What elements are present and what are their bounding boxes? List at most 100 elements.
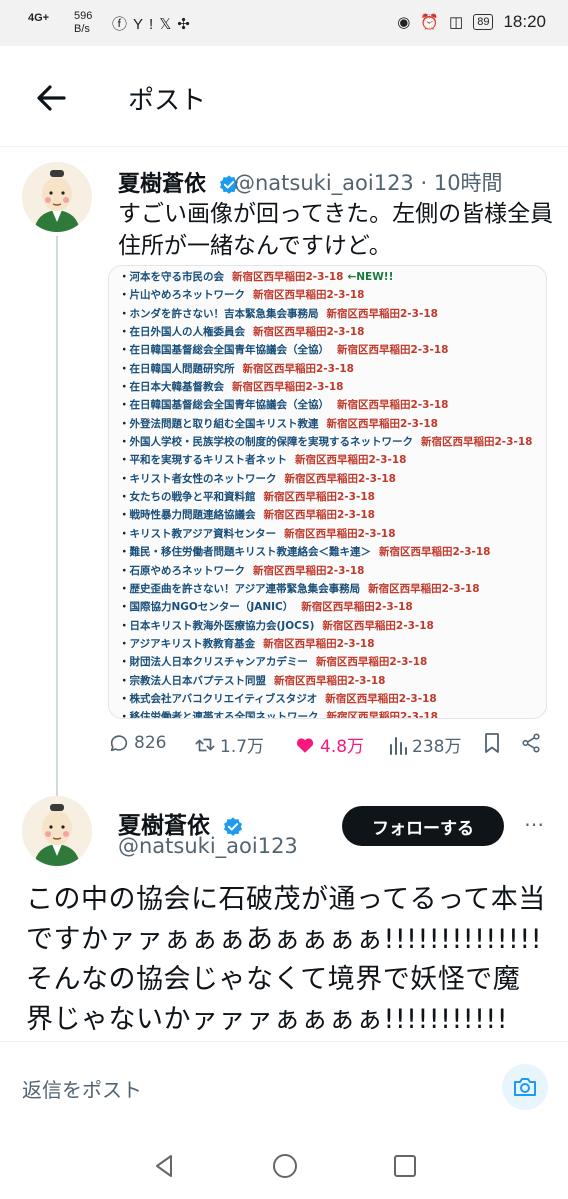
battery-indicator: 89 xyxy=(473,14,494,30)
address: 新宿区西早稲田2-3-18 xyxy=(326,417,438,430)
bullet: ・ xyxy=(119,711,130,719)
camera-button[interactable] xyxy=(502,1064,548,1110)
samurai-avatar-icon xyxy=(22,162,92,232)
views-button[interactable]: 238万 xyxy=(388,732,461,757)
back-button[interactable] xyxy=(32,78,72,118)
post-image[interactable]: ・河本を守る市民の会 新宿区西早稲田2-3-18 ←NEW!! ・片山やめろネットワー… xyxy=(108,265,547,719)
bullet: ・ xyxy=(119,362,130,375)
organization-name: 財団法人日本クリスチャンアカデミー xyxy=(129,656,308,669)
bullet: ・ xyxy=(119,344,130,357)
camera-icon xyxy=(514,1078,536,1096)
address: 新宿区西早稲田2-3-18 xyxy=(379,546,491,559)
author-handle[interactable]: @natsuki_aoi123 xyxy=(234,171,414,195)
organization-name: 国際協力NGOセンター（JANIC） xyxy=(129,601,294,614)
organization-name: 外登法問題と取り組む全国キリスト教連 xyxy=(129,417,319,430)
organization-name: 平和を実現するキリスト者ネット xyxy=(129,454,288,467)
address: 新宿区西早稲田2-3-18 xyxy=(263,637,375,650)
author-name-text: 夏樹蒼依 xyxy=(118,172,207,197)
address-row: ・株式会社アバコクリエイティブスタジオ 新宿区西早稲田2-3-18 xyxy=(119,690,540,708)
share-icon xyxy=(522,733,540,753)
address-row: ・キリスト教アジア資料センター 新宿区西早稲田2-3-18 xyxy=(119,525,540,543)
bullet: ・ xyxy=(119,692,130,705)
address: 新宿区西早稲田2-3-18 xyxy=(253,564,365,577)
address-row: ・戦時性暴力問題連絡協議会 新宿区西早稲田2-3-18 xyxy=(119,506,540,524)
post-time[interactable]: 10時間 xyxy=(434,171,503,195)
address-row: ・アジアキリスト教教育基金 新宿区西早稲田2-3-18 xyxy=(119,635,540,653)
more-icon: ⋯ xyxy=(524,812,544,836)
address: 新宿区西早稲田2-3-18 xyxy=(242,362,354,375)
address: 新宿区西早稲田2-3-18 xyxy=(301,601,413,614)
address: 新宿区西早稲田2-3-18 xyxy=(232,271,344,283)
bullet: ・ xyxy=(119,564,130,577)
address: 新宿区西早稲田2-3-18 xyxy=(284,527,396,540)
system-nav-bar xyxy=(0,1131,568,1199)
status-bar: 4G+ 596 B/s ⓕY!𝕏✣ ◉ ⏰ ◫ 89 18:20 xyxy=(0,0,568,46)
avatar[interactable] xyxy=(22,162,92,232)
nav-home-button[interactable] xyxy=(270,1151,300,1181)
address-row: ・キリスト者女性のネットワーク 新宿区西早稲田2-3-18 xyxy=(119,470,540,488)
address: 新宿区西早稲田2-3-18 xyxy=(322,619,434,632)
bullet: ・ xyxy=(119,472,130,485)
author-handle[interactable]: @natsuki_aoi123 xyxy=(118,834,298,858)
signal-indicator: 4G+ xyxy=(28,12,50,24)
like-button[interactable]: 4.8万 xyxy=(294,732,364,757)
organization-name: 日本キリスト教海外医療協力会(JOCS) xyxy=(129,619,315,632)
organization-name: 戦時性暴力問題連絡協議会 xyxy=(129,509,256,522)
address: 新宿区西早稲田2-3-18 xyxy=(326,307,438,320)
address: 新宿区西早稲田2-3-18 xyxy=(421,436,533,449)
follow-button[interactable]: フォローする xyxy=(342,806,504,846)
bullet: ・ xyxy=(119,399,130,412)
bar-chart-icon xyxy=(390,736,407,755)
like-count: 4.8万 xyxy=(320,737,365,757)
notification-icons: ⓕY!𝕏✣ xyxy=(112,13,196,34)
page-header: ポスト xyxy=(0,58,568,138)
organization-name: 難民・移住労働者問題キリスト教連絡会＜難キ連＞ xyxy=(129,546,372,559)
share-button[interactable] xyxy=(520,732,542,754)
bullet: ・ xyxy=(119,656,130,669)
address: 新宿区西早稲田2-3-18 xyxy=(337,344,449,357)
address-row: ・在日本大韓基督教会 新宿区西早稲田2-3-18 xyxy=(119,378,540,396)
heart-icon xyxy=(296,737,314,753)
bullet: ・ xyxy=(119,491,130,504)
organization-name: キリスト教アジア資料センター xyxy=(129,527,277,540)
post-text: この中の協会に石破茂が通ってるって本当ですかァァぁぁぁあぁぁぁぁ!!!!!!!!… xyxy=(26,884,546,1035)
nav-recents-button[interactable] xyxy=(390,1151,420,1181)
address-row: ・外登法問題と取り組む全国キリスト教連 新宿区西早稲田2-3-18 xyxy=(119,415,540,433)
reply-input[interactable]: 返信をポスト xyxy=(22,1074,142,1103)
address: 新宿区西早稲田2-3-18 xyxy=(263,491,375,504)
reply-button[interactable]: 826 xyxy=(108,732,166,754)
repost-count: 1.7万 xyxy=(220,737,265,757)
eye-comfort-icon: ◉ xyxy=(397,14,411,31)
bullet: ・ xyxy=(119,436,130,449)
bullet: ・ xyxy=(119,527,130,540)
bookmark-button[interactable] xyxy=(482,732,502,754)
address: 新宿区西早稲田2-3-18 xyxy=(263,509,375,522)
address-row: ・平和を実現するキリスト者ネット 新宿区西早稲田2-3-18 xyxy=(119,451,540,469)
avatar[interactable] xyxy=(22,796,92,866)
organization-name: 片山やめろネットワーク xyxy=(129,289,246,302)
facebook-icon: ⓕ xyxy=(112,16,134,33)
organization-name: 在日外国人の人権委員会 xyxy=(129,326,246,339)
organization-name: 在日韓国基督総会全国青年協議会（全協） xyxy=(129,344,330,357)
bullet: ・ xyxy=(119,289,130,302)
address-row: ・歴史歪曲を許さない！アジア連帯緊急集会事務局 新宿区西早稲田2-3-18 xyxy=(119,580,540,598)
nav-back-button[interactable] xyxy=(150,1151,180,1181)
address: 新宿区西早稲田2-3-18 xyxy=(326,711,438,719)
author-name[interactable]: 夏樹蒼依 xyxy=(118,166,240,198)
yahoo-icon: Y! xyxy=(133,16,160,33)
bullet: ・ xyxy=(119,509,130,522)
address: 新宿区西早稲田2-3-18 xyxy=(284,472,396,485)
bullet: ・ xyxy=(119,326,130,339)
address: 新宿区西早稲田2-3-18 xyxy=(253,289,365,302)
view-count: 238万 xyxy=(412,737,462,757)
thread-line xyxy=(56,236,58,796)
network-speed-value: 596 xyxy=(74,10,93,22)
organization-name: 在日韓国人問題研究所 xyxy=(129,362,235,375)
address-row: ・在日韓国基督総会全国青年協議会（全協） 新宿区西早稲田2-3-18 xyxy=(119,341,540,359)
bullet: ・ xyxy=(119,619,130,632)
repost-button[interactable]: 1.7万 xyxy=(194,732,264,757)
more-options-button[interactable]: ⋯ xyxy=(524,812,544,836)
organization-name: 外国人学校・民族学校の制度的保障を実現するネットワーク xyxy=(129,436,414,449)
organization-name: 女たちの戦争と平和資料館 xyxy=(129,491,256,504)
address-row: ・ホンダを許さない！吉本緊急集会事務局 新宿区西早稲田2-3-18 xyxy=(119,305,540,323)
